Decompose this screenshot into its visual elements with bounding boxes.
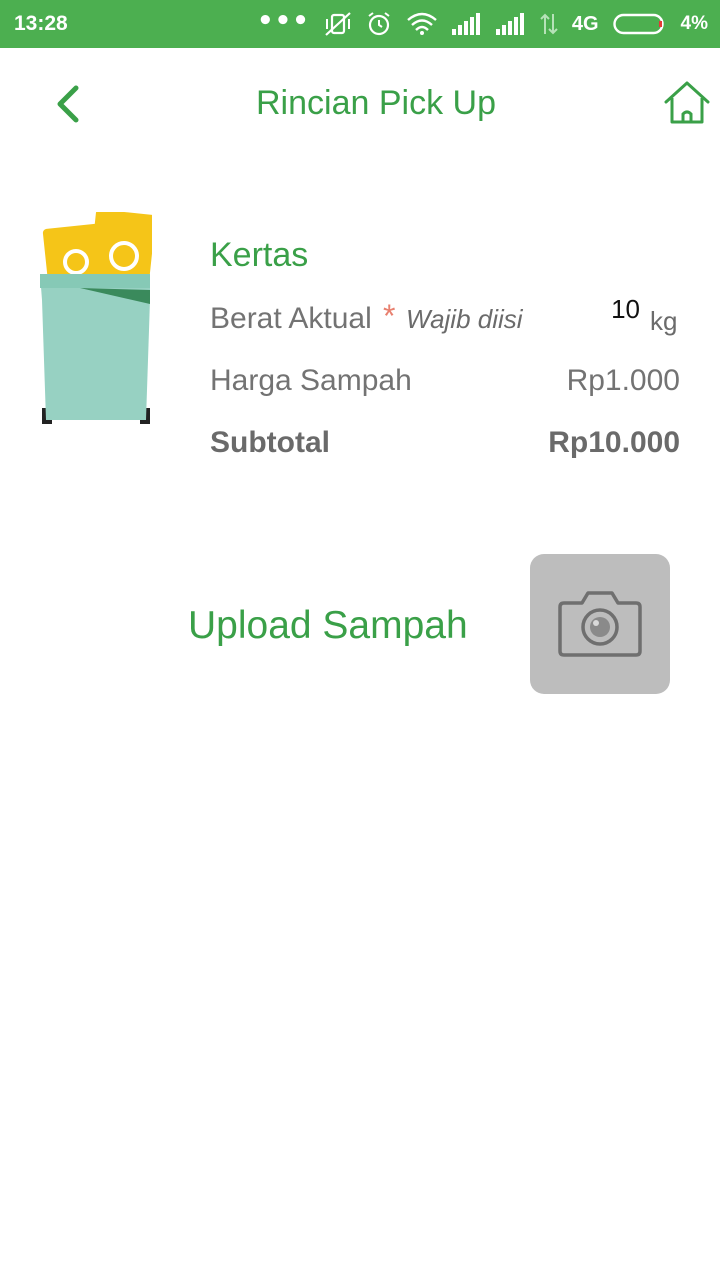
weight-label: Berat Aktual [210, 302, 372, 335]
status-bar: 13:28 ••• 4G 4% [0, 0, 720, 48]
network-type: 4G [571, 12, 599, 35]
page-title: Rincian Pick Up [256, 84, 496, 122]
status-time: 13:28 [14, 12, 68, 35]
home-icon [664, 81, 710, 124]
item-name: Kertas [210, 236, 309, 274]
upload-label: Upload Sampah [188, 604, 468, 647]
battery-icon [612, 13, 664, 35]
camera-button[interactable] [530, 554, 670, 694]
trash-bin-with-paper-icon [40, 209, 156, 426]
subtotal-value: Rp10.000 [548, 426, 680, 459]
status-icons: ••• 4G 4% [256, 6, 708, 37]
signal-icon-2 [495, 13, 524, 35]
required-note: Wajib diisi [406, 304, 523, 334]
price-label: Harga Sampah [210, 364, 412, 397]
more-notifications-icon: ••• [256, 6, 310, 36]
home-button[interactable] [662, 80, 712, 126]
app-bar: Rincian Pick Up [0, 48, 720, 160]
required-marker: * [383, 298, 396, 334]
camera-icon [558, 591, 642, 657]
alarm-icon [368, 12, 390, 36]
wifi-icon [407, 12, 437, 35]
vibrate-off-icon [325, 12, 351, 36]
price-value: Rp1.000 [566, 364, 680, 397]
weight-unit: kg [650, 306, 678, 336]
weight-input[interactable] [596, 294, 640, 325]
data-transfer-icon [540, 13, 558, 35]
battery-percent: 4% [680, 13, 708, 34]
subtotal-label: Subtotal [210, 426, 330, 459]
signal-icon [451, 13, 480, 35]
